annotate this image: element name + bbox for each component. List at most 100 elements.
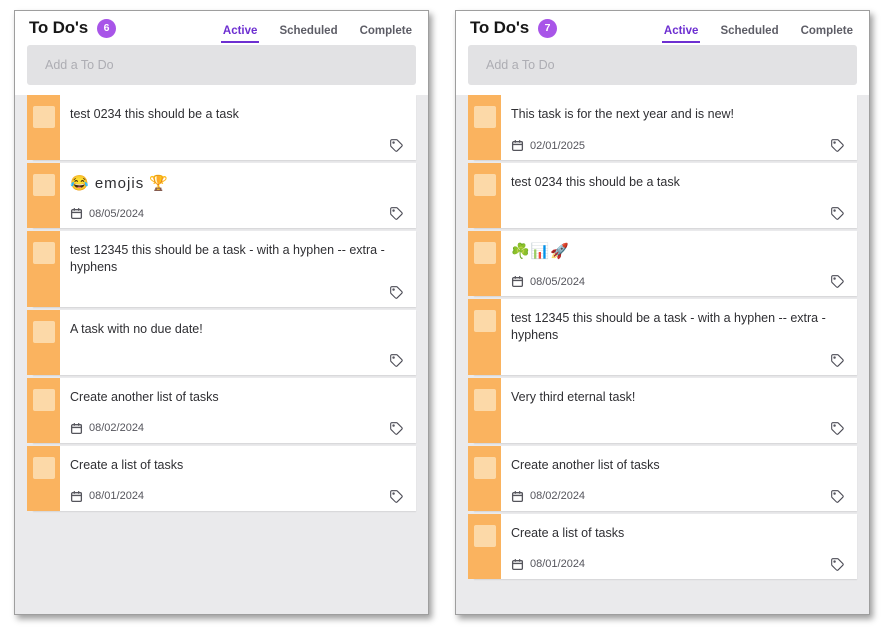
- task-complete-toggle[interactable]: [27, 95, 60, 160]
- task-complete-toggle[interactable]: [468, 445, 501, 511]
- page-title: To Do's: [470, 18, 529, 37]
- task-title[interactable]: ☘️📊🚀: [511, 242, 845, 262]
- task-body: test 0234 this should be a task: [501, 163, 857, 228]
- task-complete-toggle[interactable]: [468, 231, 501, 296]
- task-row[interactable]: Create a list of tasks 08/01/2024: [27, 445, 416, 511]
- task-complete-toggle[interactable]: [27, 377, 60, 443]
- calendar-icon: [511, 139, 524, 152]
- tag-icon[interactable]: [830, 206, 845, 221]
- tag-icon[interactable]: [830, 138, 845, 153]
- add-todo-wrapper: [15, 45, 428, 95]
- add-todo-input[interactable]: [27, 45, 416, 85]
- tab-scheduled[interactable]: Scheduled: [277, 25, 339, 43]
- task-title[interactable]: Very third eternal task!: [511, 389, 845, 406]
- task-title[interactable]: test 0234 this should be a task: [70, 106, 404, 123]
- tag-icon[interactable]: [389, 353, 404, 368]
- task-title[interactable]: Create another list of tasks: [70, 389, 404, 406]
- task-row[interactable]: test 12345 this should be a task - with …: [27, 231, 416, 307]
- task-body: test 12345 this should be a task - with …: [60, 231, 416, 307]
- task-complete-toggle[interactable]: [27, 163, 60, 228]
- task-list-inner: This task is for the next year and is ne…: [456, 95, 869, 596]
- tag-icon[interactable]: [389, 206, 404, 221]
- list-bottom-spacer: [456, 582, 869, 596]
- task-checkbox[interactable]: [473, 524, 496, 547]
- task-row[interactable]: Very third eternal task!: [468, 377, 857, 443]
- task-footer: [511, 197, 845, 221]
- task-row[interactable]: This task is for the next year and is ne…: [468, 95, 857, 160]
- task-row[interactable]: Create a list of tasks 08/01/2024: [468, 513, 857, 579]
- task-title[interactable]: Create a list of tasks: [511, 525, 845, 542]
- task-title[interactable]: Create another list of tasks: [511, 457, 845, 474]
- task-row[interactable]: 😂 emojis 🏆 08/05/2024: [27, 163, 416, 228]
- tab-active[interactable]: Active: [661, 25, 701, 43]
- tag-icon[interactable]: [389, 138, 404, 153]
- task-checkbox[interactable]: [32, 388, 55, 411]
- task-checkbox[interactable]: [473, 174, 496, 196]
- tag-icon[interactable]: [389, 489, 404, 504]
- list-bottom-spacer: [15, 514, 428, 528]
- task-row[interactable]: test 0234 this should be a task: [27, 95, 416, 160]
- task-complete-toggle[interactable]: [468, 163, 501, 228]
- tag-icon[interactable]: [830, 421, 845, 436]
- task-complete-toggle[interactable]: [468, 299, 501, 375]
- task-footer: 08/02/2024: [70, 412, 404, 436]
- tab-complete[interactable]: Complete: [358, 25, 414, 43]
- tag-icon[interactable]: [830, 353, 845, 368]
- task-row[interactable]: test 0234 this should be a task: [468, 163, 857, 228]
- task-complete-toggle[interactable]: [468, 377, 501, 443]
- calendar-icon: [511, 275, 524, 288]
- task-row[interactable]: A task with no due date!: [27, 309, 416, 375]
- task-title[interactable]: 😂 emojis 🏆: [70, 174, 404, 194]
- task-list-inner: test 0234 this should be a task 😂 emojis …: [15, 95, 428, 528]
- task-footer: [70, 129, 404, 153]
- task-footer: 08/05/2024: [511, 265, 845, 289]
- task-checkbox[interactable]: [32, 106, 55, 128]
- tag-icon[interactable]: [389, 285, 404, 300]
- task-checkbox[interactable]: [473, 388, 496, 411]
- tag-icon[interactable]: [830, 274, 845, 289]
- task-complete-toggle[interactable]: [27, 309, 60, 375]
- add-todo-input[interactable]: [468, 45, 857, 85]
- task-title[interactable]: test 0234 this should be a task: [511, 174, 845, 191]
- calendar-icon: [511, 490, 524, 503]
- task-due-date-label: 08/05/2024: [89, 207, 145, 220]
- tab-scheduled[interactable]: Scheduled: [718, 25, 780, 43]
- task-footer: 08/01/2024: [70, 480, 404, 504]
- task-due-date-label: 08/05/2024: [530, 275, 586, 288]
- panel-window: To Do's 6 Active Scheduled Complete test 0234…: [14, 10, 429, 615]
- panel-header: To Do's 6 Active Scheduled Complete: [15, 11, 428, 45]
- task-list[interactable]: test 0234 this should be a task 😂 emojis …: [15, 95, 428, 614]
- todo-panel-right: To Do's 7 Active Scheduled Complete This task…: [441, 0, 882, 629]
- task-title[interactable]: test 12345 this should be a task - with …: [70, 242, 404, 276]
- panel-window: To Do's 7 Active Scheduled Complete This task…: [455, 10, 870, 615]
- task-row[interactable]: ☘️📊🚀 08/05/2024: [468, 231, 857, 296]
- task-complete-toggle[interactable]: [27, 445, 60, 511]
- task-title[interactable]: test 12345 this should be a task - with …: [511, 310, 845, 344]
- task-checkbox[interactable]: [473, 242, 496, 264]
- task-complete-toggle[interactable]: [468, 513, 501, 579]
- task-body: Create another list of tasks 08/02/2024: [60, 378, 416, 443]
- task-complete-toggle[interactable]: [27, 231, 60, 307]
- tag-icon[interactable]: [389, 421, 404, 436]
- task-checkbox[interactable]: [32, 242, 55, 264]
- task-row[interactable]: Create another list of tasks 08/02/2024: [27, 377, 416, 443]
- task-checkbox[interactable]: [32, 456, 55, 479]
- task-row[interactable]: test 12345 this should be a task - with …: [468, 299, 857, 375]
- task-checkbox[interactable]: [473, 456, 496, 479]
- tab-complete[interactable]: Complete: [799, 25, 855, 43]
- task-complete-toggle[interactable]: [468, 95, 501, 160]
- task-title[interactable]: Create a list of tasks: [70, 457, 404, 474]
- task-title[interactable]: This task is for the next year and is ne…: [511, 106, 845, 123]
- task-title[interactable]: A task with no due date!: [70, 321, 404, 338]
- task-checkbox[interactable]: [473, 106, 496, 128]
- tag-icon[interactable]: [830, 557, 845, 572]
- task-row[interactable]: Create another list of tasks 08/02/2024: [468, 445, 857, 511]
- app-root: To Do's 6 Active Scheduled Complete test 0234…: [0, 0, 882, 629]
- task-list[interactable]: This task is for the next year and is ne…: [456, 95, 869, 614]
- tab-active[interactable]: Active: [220, 25, 260, 43]
- task-checkbox[interactable]: [32, 174, 55, 196]
- calendar-icon: [70, 422, 83, 435]
- tag-icon[interactable]: [830, 489, 845, 504]
- task-checkbox[interactable]: [32, 320, 55, 343]
- task-checkbox[interactable]: [473, 310, 496, 332]
